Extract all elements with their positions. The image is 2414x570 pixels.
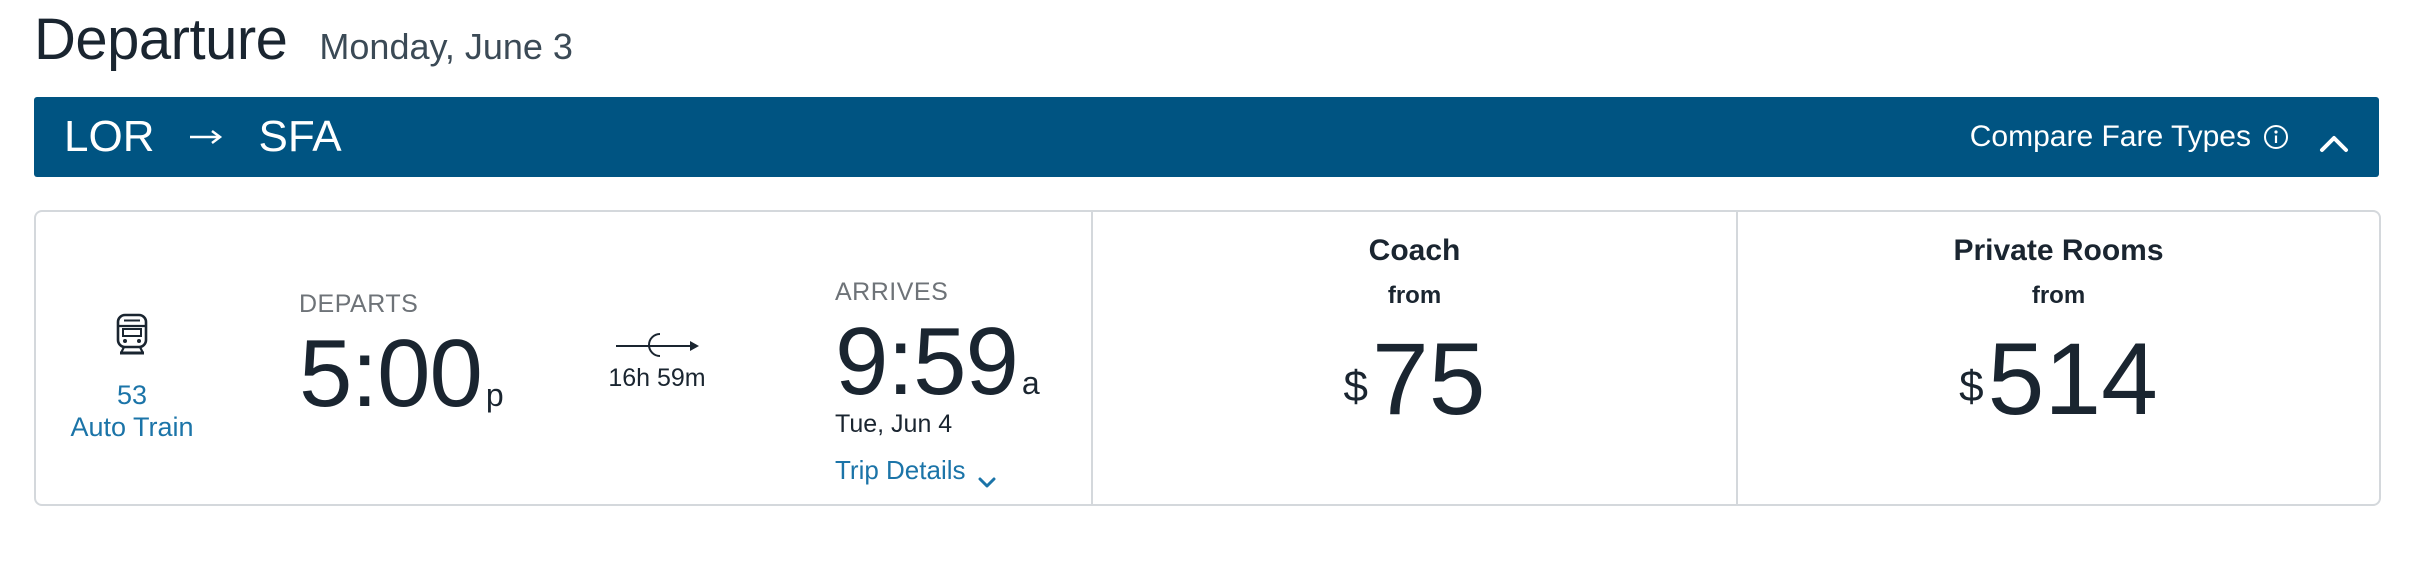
fare-option-private-rooms[interactable]: Private Rooms from $514 xyxy=(1738,212,2379,504)
chevron-down-icon xyxy=(978,465,996,487)
route-arrow-icon xyxy=(190,127,224,147)
fare-name: Private Rooms xyxy=(1953,234,2164,267)
route-bar: LOR SFA Compare Fare Types xyxy=(34,97,2379,177)
departure-period: p xyxy=(485,377,504,413)
trip-duration: 16h 59m xyxy=(608,364,706,392)
arrival-date: Tue, Jun 4 xyxy=(835,410,953,438)
fare-name: Coach xyxy=(1368,234,1461,267)
arrives-label: ARRIVES xyxy=(835,278,949,306)
compare-fare-types-label: Compare Fare Types xyxy=(1969,120,2251,153)
fare-from-label: from xyxy=(2031,282,2086,309)
fare-currency: $ xyxy=(1343,362,1368,411)
chevron-up-icon[interactable] xyxy=(2319,127,2349,152)
fare-price: $75 xyxy=(1093,324,1736,434)
train-name[interactable]: Auto Train xyxy=(36,410,228,444)
travel-date: Monday, June 3 xyxy=(319,26,573,67)
trip-details-label: Trip Details xyxy=(835,455,966,485)
compare-fare-types-link[interactable]: Compare Fare Types xyxy=(1970,120,2289,154)
train-result-card: 53 Auto Train DEPARTS 5:00 p 16h 59m ARRI… xyxy=(34,210,2381,506)
overnight-moon-arrow-icon xyxy=(614,330,700,360)
origin-station-code: LOR xyxy=(64,112,155,161)
train-info: 53 Auto Train xyxy=(36,212,228,504)
page-title: Departure xyxy=(34,7,288,72)
fare-option-coach[interactable]: Coach from $75 xyxy=(1093,212,1736,504)
info-icon[interactable] xyxy=(2263,124,2289,150)
train-number[interactable]: 53 xyxy=(36,378,228,412)
arrival-period: a xyxy=(1021,365,1040,401)
departs-label: DEPARTS xyxy=(299,290,419,318)
route-stations: LOR SFA xyxy=(64,97,342,177)
departure-time-value: 5:00 xyxy=(299,320,483,427)
fare-price: $514 xyxy=(1738,324,2379,434)
arrival-time-value: 9:59 xyxy=(835,308,1019,415)
trip-details-link[interactable]: Trip Details xyxy=(835,455,996,487)
departure-time: 5:00 p xyxy=(299,324,504,445)
fare-amount: 75 xyxy=(1372,322,1486,436)
page-header: Departure Monday, June 3 xyxy=(34,0,573,80)
fare-from-label: from xyxy=(1387,282,1442,309)
train-icon xyxy=(114,312,150,356)
route-actions: Compare Fare Types xyxy=(1970,97,2349,177)
fare-currency: $ xyxy=(1959,362,1984,411)
fare-amount: 514 xyxy=(1987,322,2158,436)
destination-station-code: SFA xyxy=(258,112,342,161)
